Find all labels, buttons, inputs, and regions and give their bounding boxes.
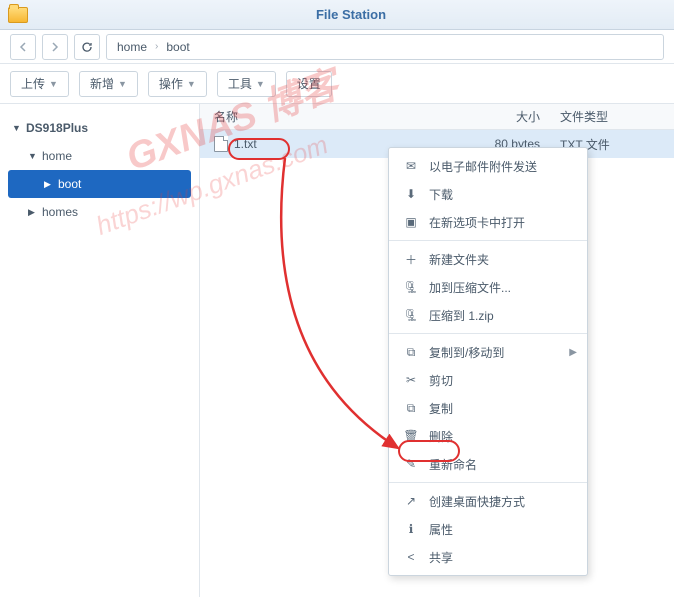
new-tab-icon: ▣ [403, 214, 419, 230]
ctx-copy[interactable]: ⧉复制 [389, 394, 587, 422]
caret-down-icon: ▼ [12, 123, 20, 133]
upload-button[interactable]: 上传▼ [10, 71, 69, 97]
titlebar: File Station [0, 0, 674, 30]
ctx-properties[interactable]: ℹ属性 [389, 515, 587, 543]
app-title: File Station [28, 7, 674, 22]
column-header-type[interactable]: 文件类型 [550, 108, 674, 125]
chevron-left-icon [18, 42, 28, 52]
column-header-name[interactable]: 名称 [200, 108, 490, 125]
context-menu: ✉以电子邮件附件发送 ⬇下载 ▣在新选项卡中打开 ＋新建文件夹 🗜加到压缩文件.… [388, 147, 588, 576]
text-file-icon [214, 136, 228, 152]
actions-button[interactable]: 操作▼ [148, 71, 207, 97]
archive-icon: 🗜 [403, 279, 419, 295]
ctx-copy-move-to[interactable]: ⧉复制到/移动到▶ [389, 338, 587, 366]
tree-root-label: DS918Plus [26, 121, 88, 135]
caret-right-icon: ▶ [44, 179, 52, 190]
tree-item-homes[interactable]: ▶ homes [0, 198, 199, 226]
caret-right-icon: ▶ [28, 207, 36, 218]
action-toolbar: 上传▼ 新增▼ 操作▼ 工具▼ 设置 [0, 64, 674, 104]
folder-tree: ▼ DS918Plus ▼ home ▶ boot ▶ homes [0, 104, 200, 597]
email-icon: ✉ [403, 158, 419, 174]
copy-icon: ⧉ [403, 344, 419, 360]
breadcrumb-item[interactable]: boot [166, 40, 189, 54]
copy-icon: ⧉ [403, 400, 419, 416]
ctx-open-new-tab[interactable]: ▣在新选项卡中打开 [389, 208, 587, 236]
edit-icon: ✎ [403, 456, 419, 472]
tree-root[interactable]: ▼ DS918Plus [0, 114, 199, 142]
refresh-button[interactable] [74, 34, 100, 60]
ctx-share[interactable]: <共享 [389, 543, 587, 571]
tree-item-label: homes [42, 205, 78, 219]
scissors-icon: ✂ [403, 372, 419, 388]
back-button[interactable] [10, 34, 36, 60]
ctx-email-send[interactable]: ✉以电子邮件附件发送 [389, 152, 587, 180]
share-icon: < [403, 549, 419, 565]
refresh-icon [81, 41, 93, 53]
chevron-right-icon: › [155, 41, 158, 52]
caret-down-icon: ▼ [187, 79, 196, 89]
caret-down-icon: ▼ [118, 79, 127, 89]
file-name: 1.txt [234, 137, 257, 151]
tools-button[interactable]: 工具▼ [217, 71, 276, 97]
tree-item-label: boot [58, 177, 81, 191]
navigation-toolbar: home › boot [0, 30, 674, 64]
tree-item-boot[interactable]: ▶ boot [8, 170, 191, 198]
chevron-right-icon [50, 42, 60, 52]
forward-button[interactable] [42, 34, 68, 60]
plus-icon: ＋ [403, 251, 419, 267]
ctx-new-folder[interactable]: ＋新建文件夹 [389, 245, 587, 273]
download-icon: ⬇ [403, 186, 419, 202]
ctx-rename[interactable]: ✎重新命名 [389, 450, 587, 478]
caret-down-icon: ▼ [256, 79, 265, 89]
new-button[interactable]: 新增▼ [79, 71, 138, 97]
settings-button[interactable]: 设置 [286, 71, 332, 97]
caret-down-icon: ▼ [49, 79, 58, 89]
shortcut-icon: ↗ [403, 493, 419, 509]
column-header-row: 名称 大小 文件类型 [200, 104, 674, 130]
breadcrumb-item[interactable]: home [117, 40, 147, 54]
ctx-compress-to[interactable]: 🗜压缩到 1.zip [389, 301, 587, 329]
trash-icon: 🗑 [403, 428, 419, 444]
ctx-add-compress[interactable]: 🗜加到压缩文件... [389, 273, 587, 301]
info-icon: ℹ [403, 521, 419, 537]
separator [389, 240, 587, 241]
ctx-create-shortcut[interactable]: ↗创建桌面快捷方式 [389, 487, 587, 515]
breadcrumb[interactable]: home › boot [106, 34, 664, 60]
ctx-download[interactable]: ⬇下载 [389, 180, 587, 208]
separator [389, 333, 587, 334]
column-header-size[interactable]: 大小 [490, 108, 550, 125]
tree-item-label: home [42, 149, 72, 163]
chevron-right-icon: ▶ [569, 347, 577, 358]
separator [389, 482, 587, 483]
app-folder-icon [8, 7, 28, 23]
ctx-cut[interactable]: ✂剪切 [389, 366, 587, 394]
caret-down-icon: ▼ [28, 151, 36, 161]
ctx-delete[interactable]: 🗑删除 [389, 422, 587, 450]
zip-icon: 🗜 [403, 307, 419, 323]
tree-item-home[interactable]: ▼ home [0, 142, 199, 170]
